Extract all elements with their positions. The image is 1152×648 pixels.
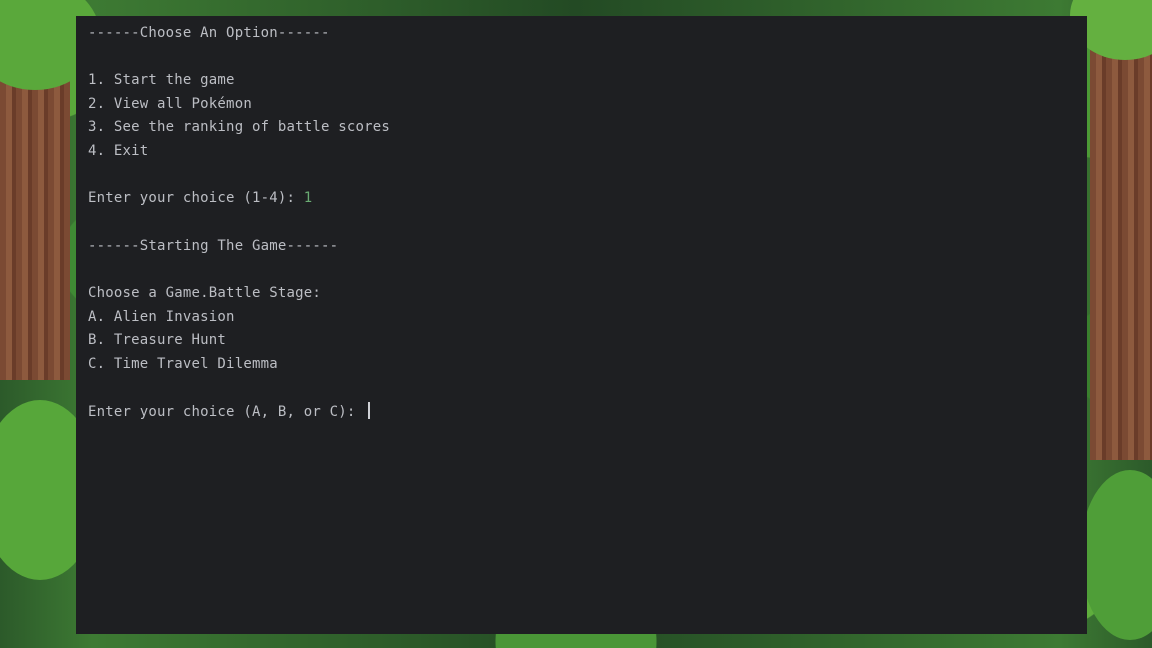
choice-prompt: Enter your choice (1-4): [88,190,304,206]
stage-option-alien: A. Alien Invasion [88,309,235,325]
terminal-window[interactable]: ------Choose An Option------ 1. Start th… [76,16,1087,634]
choice-prompt-line: Enter your choice (1-4): 1 [88,188,312,208]
menu-option-ranking: 3. See the ranking of battle scores [88,119,391,135]
stage-choice-line[interactable]: Enter your choice (A, B, or C): [88,402,371,422]
menu-header: ------Choose An Option------ [88,25,330,41]
menu-option-view: 2. View all Pokémon [88,96,252,112]
start-header: ------Starting The Game------ [88,238,339,254]
text-cursor [368,402,371,419]
tree-trunk-left [0,60,70,380]
menu-option-start: 1. Start the game [88,72,235,88]
stage-option-treasure: B. Treasure Hunt [88,332,227,348]
menu-option-exit: 4. Exit [88,143,149,159]
stage-option-time-travel: C. Time Travel Dilemma [88,356,278,372]
stage-choice-prompt: Enter your choice (A, B, or C): [88,404,365,420]
tree-trunk-right [1090,40,1152,460]
foliage-right-bottom [1080,470,1152,640]
choice-value: 1 [303,190,313,206]
stage-prompt: Choose a Game.Battle Stage: [88,285,321,301]
